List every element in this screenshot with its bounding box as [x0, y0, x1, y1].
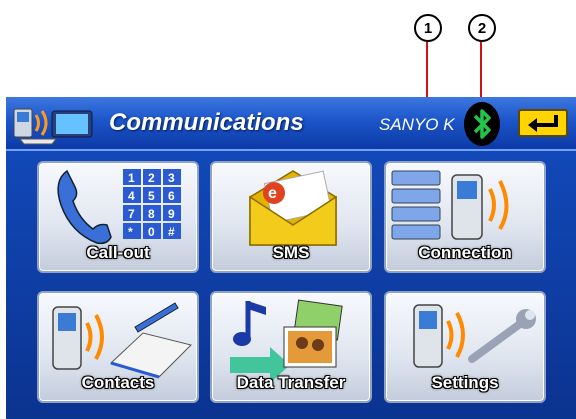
svg-text:*: *: [128, 225, 133, 239]
call-out-label: Call-out: [86, 243, 150, 262]
data-transfer-label: Data Transfer: [236, 373, 346, 392]
svg-text:3: 3: [168, 171, 175, 185]
sms-label: SMS: [272, 243, 310, 262]
connected-device-name: SANYO K: [379, 115, 455, 134]
communications-app-icon: [13, 108, 93, 145]
svg-text:0: 0: [148, 225, 155, 239]
back-button[interactable]: [518, 109, 568, 137]
phone-book-icon: [52, 302, 192, 379]
back-arrow-icon: [528, 115, 558, 132]
svg-text:9: 9: [168, 207, 175, 221]
svg-text:e: e: [268, 185, 277, 202]
settings-label: Settings: [431, 373, 499, 392]
page-title: Communications: [109, 109, 304, 136]
phone-keypad-icon: 1 2 3 4 5 6 7 8 9 * 0 #: [57, 169, 181, 245]
connection-label: Connection: [418, 243, 512, 262]
bluetooth-icon[interactable]: [463, 101, 501, 147]
media-transfer-icon: [230, 299, 343, 383]
contacts-label: Contacts: [81, 373, 155, 392]
phone-signal-icon: [391, 170, 509, 240]
envelope-icon: e: [249, 170, 337, 246]
contacts-button[interactable]: Contacts: [37, 291, 199, 403]
svg-text:4: 4: [128, 189, 135, 203]
svg-text:8: 8: [148, 207, 155, 221]
device-screen: Communications SANYO K 1 2 3 4 5 6 7 8 9…: [6, 97, 576, 419]
menu-grid: 1 2 3 4 5 6 7 8 9 * 0 # Call-out e SMS C…: [6, 151, 576, 419]
connection-button[interactable]: Connection: [384, 161, 546, 273]
settings-button[interactable]: Settings: [384, 291, 546, 403]
svg-text:6: 6: [168, 189, 175, 203]
phone-wrench-icon: [413, 304, 536, 368]
callout-1: 1: [414, 14, 442, 42]
svg-text:7: 7: [128, 207, 135, 221]
svg-text:2: 2: [148, 171, 155, 185]
callout-2: 2: [468, 14, 496, 42]
header-bar: Communications SANYO K: [6, 97, 576, 151]
data-transfer-button[interactable]: Data Transfer: [210, 291, 372, 403]
sms-button[interactable]: e SMS: [210, 161, 372, 273]
call-out-button[interactable]: 1 2 3 4 5 6 7 8 9 * 0 # Call-out: [37, 161, 199, 273]
svg-text:#: #: [168, 225, 175, 239]
svg-text:1: 1: [128, 171, 135, 185]
svg-text:5: 5: [148, 189, 155, 203]
